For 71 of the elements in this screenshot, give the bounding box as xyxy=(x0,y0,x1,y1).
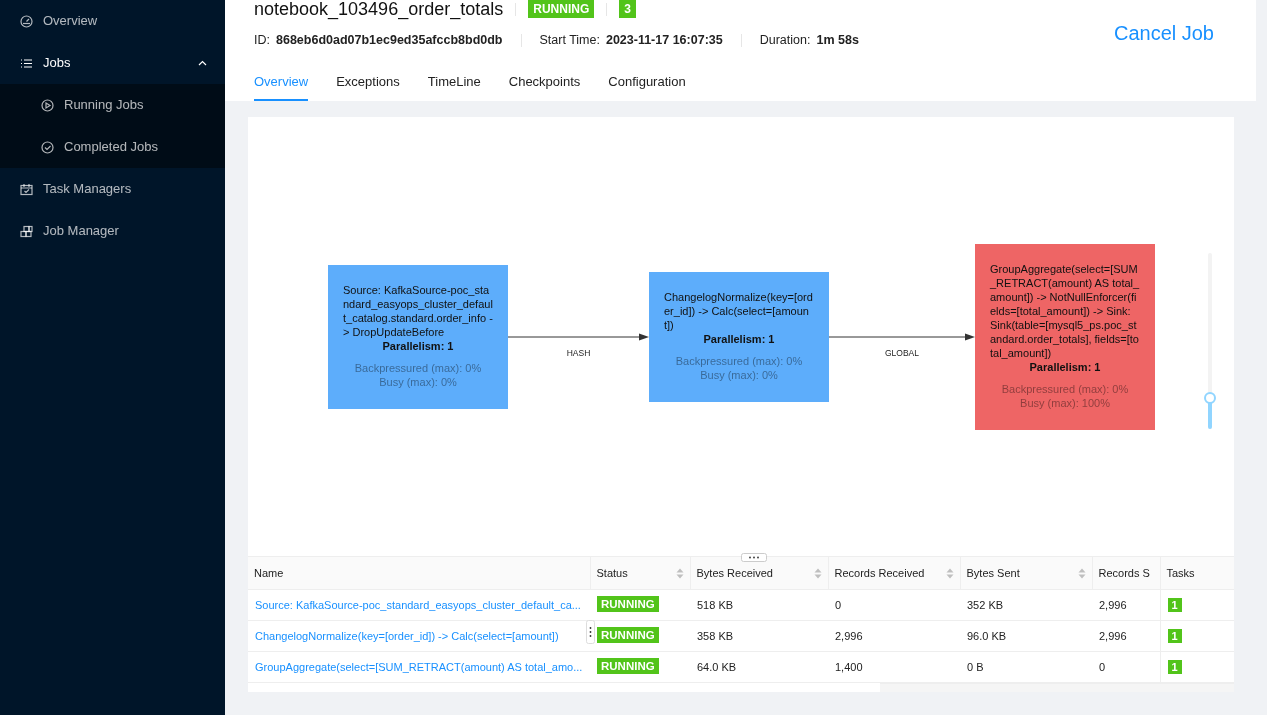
table-cell: 352 KB xyxy=(960,589,1092,621)
status-badge: RUNNING xyxy=(597,596,659,613)
blocks-icon xyxy=(20,224,33,238)
table-cell: 0 B xyxy=(960,651,1092,683)
status-badge: RUNNING xyxy=(597,627,659,644)
edge-label: GLOBAL xyxy=(885,346,919,360)
sort-icon[interactable] xyxy=(1077,567,1086,579)
table-cell: 64.0 KB xyxy=(690,651,828,683)
sidebar-subitem[interactable]: Completed Jobs xyxy=(0,126,225,168)
sidebar-item[interactable]: Job Manager xyxy=(0,210,225,252)
resize-handle[interactable] xyxy=(741,553,767,563)
meta-field: Start Time: 2023-11-17 16:07:35 xyxy=(539,31,723,50)
sidebar-subitem[interactable]: Running Jobs xyxy=(0,84,225,126)
tab[interactable]: TimeLine xyxy=(427,71,481,102)
column-header[interactable]: Bytes Received xyxy=(690,557,828,590)
node-text: GroupAggregate(select=[SUM_RETRACT(amount) AS total_amount]) -> NotNullEnforcer(fields=[total_amount]) -> Sink: Sink(table=[mysql5_ps.poc_standard.order_totals], fields=[total_amount]) xyxy=(990,261,1140,360)
table-cell: 2,996 xyxy=(1092,620,1160,652)
column-header[interactable]: Bytes Sent xyxy=(960,557,1092,590)
column-header: Name xyxy=(248,557,590,590)
node-parallelism: Parallelism: 1 xyxy=(381,338,455,353)
play-circle-icon xyxy=(41,98,54,112)
gauge-icon xyxy=(20,14,33,28)
table-cell: 2,996 xyxy=(1092,589,1160,621)
column-header: Tasks xyxy=(1160,557,1234,590)
calendar-icon xyxy=(20,182,33,196)
node-stat: Busy (max): 0% xyxy=(378,374,458,389)
column-header[interactable]: Records Received xyxy=(828,557,960,590)
node-stat: Backpressured (max): 0% xyxy=(674,353,804,368)
node-parallelism: Parallelism: 1 xyxy=(702,331,776,346)
count-badge: 3 xyxy=(619,0,636,18)
task-count-badge: 1 xyxy=(1167,659,1182,674)
tab[interactable]: Exceptions xyxy=(336,71,400,102)
table-cell: 1,400 xyxy=(828,651,960,683)
status-badge: RUNNING xyxy=(597,658,659,675)
table-cell: 0 xyxy=(1092,651,1160,683)
graph-node[interactable]: Source: KafkaSource-poc_standard_easyops_cluster_default_catalog.standard.order_info -> DropUpdateBefore Parallelism: 1 Backpressured (max): 0% Busy (max): 0% xyxy=(328,264,508,409)
sidebar-item[interactable]: Jobs xyxy=(0,42,225,84)
task-count-badge: 1 xyxy=(1167,597,1182,612)
node-stat: Busy (max): 0% xyxy=(699,367,779,382)
table-cell: 96.0 KB xyxy=(960,620,1092,652)
table-cell: 358 KB xyxy=(690,620,828,652)
column-resize-handle[interactable] xyxy=(586,620,595,645)
meta-field: Duration: 1m 58s xyxy=(759,31,859,50)
graph-node[interactable]: ChangelogNormalize(key=[order_id]) -> Calc(select=[amount]) Parallelism: 1 Backpressured (max): 0% Busy (max): 0% xyxy=(649,271,829,402)
sidebar-item[interactable]: Overview xyxy=(0,0,225,42)
node-text: Source: KafkaSource-poc_standard_easyops_cluster_default_catalog.standard.order_info -> DropUpdateBefore xyxy=(343,282,493,339)
job-title: notebook_103496_order_totals xyxy=(254,0,504,18)
node-parallelism: Parallelism: 1 xyxy=(1028,359,1102,374)
node-stat: Busy (max): 100% xyxy=(1019,395,1111,410)
list-icon xyxy=(20,56,33,70)
sort-icon[interactable] xyxy=(675,567,684,579)
column-header[interactable]: Status xyxy=(590,557,690,590)
check-circle-icon xyxy=(41,140,54,154)
table-cell: 518 KB xyxy=(690,589,828,621)
node-stat: Backpressured (max): 0% xyxy=(353,360,483,375)
meta-field: ID: 868eb6d0ad07b1ec9ed35afccb8bd0db xyxy=(254,31,503,50)
column-header: Records S xyxy=(1092,557,1160,590)
graph-node[interactable] xyxy=(975,243,1155,430)
sort-icon[interactable] xyxy=(813,567,822,579)
slider-thumb[interactable] xyxy=(1204,391,1216,404)
node-text: ChangelogNormalize(key=[order_id]) -> Calc(select=[amount]) xyxy=(664,289,814,332)
sort-icon[interactable] xyxy=(945,567,954,579)
table-cell: 0 xyxy=(828,589,960,621)
task-count-badge: 1 xyxy=(1167,628,1182,643)
node-stat: Backpressured (max): 0% xyxy=(1000,381,1130,396)
edge-label: HASH xyxy=(566,346,591,360)
tab[interactable]: Checkpoints xyxy=(508,71,581,102)
table-cell: 2,996 xyxy=(828,620,960,652)
sidebar-item[interactable]: Task Managers xyxy=(0,168,225,210)
status-badge: RUNNING xyxy=(528,0,595,18)
tab[interactable]: Configuration xyxy=(608,71,686,102)
